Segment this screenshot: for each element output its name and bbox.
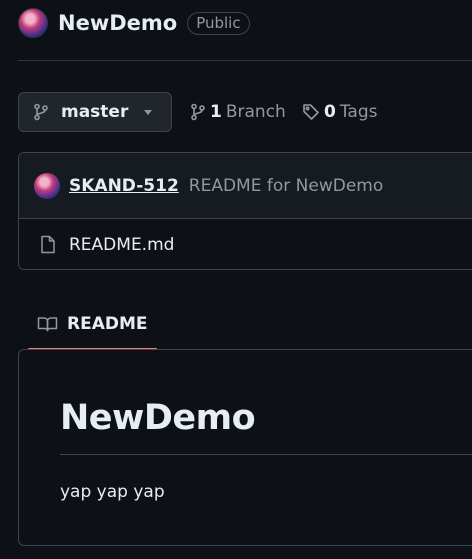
tag-icon <box>302 103 320 121</box>
readme-content: NewDemo yap yap yap <box>18 349 472 546</box>
latest-commit-row: SKAND-512 README for NewDemo <box>19 153 472 219</box>
branch-name: master <box>61 102 129 122</box>
branches-link[interactable]: 1 Branch <box>190 98 286 126</box>
tab-readme-label: README <box>67 314 148 334</box>
chevron-down-icon <box>144 109 153 115</box>
commit-message[interactable]: README for NewDemo <box>189 176 383 196</box>
header-divider <box>18 60 472 61</box>
readme-heading: NewDemo <box>60 398 256 438</box>
repo-header: NewDemo Public <box>18 8 250 38</box>
branch-label: Branch <box>225 102 286 122</box>
file-row[interactable]: README.md <box>19 219 472 269</box>
branch-select-button[interactable]: master <box>18 92 172 132</box>
tags-link[interactable]: 0 Tags <box>302 98 377 126</box>
avatar[interactable] <box>34 172 60 199</box>
readme-body-text: yap yap yap <box>60 482 165 502</box>
branch-count: 1 <box>210 102 222 122</box>
git-branch-icon <box>33 103 49 121</box>
tag-label: Tags <box>339 102 378 122</box>
book-icon <box>37 316 58 332</box>
tab-readme[interactable]: README <box>28 298 157 350</box>
heading-divider <box>60 454 472 455</box>
readme-tabs: README <box>18 298 472 350</box>
repo-name[interactable]: NewDemo <box>58 11 177 35</box>
file-listing: SKAND-512 README for NewDemo README.md <box>18 152 472 270</box>
owner-avatar[interactable] <box>18 8 48 38</box>
git-branch-icon <box>190 103 206 121</box>
tag-count: 0 <box>324 102 336 122</box>
file-icon <box>40 235 69 254</box>
visibility-badge: Public <box>187 11 250 35</box>
commit-author-link[interactable]: SKAND-512 <box>69 176 179 196</box>
file-name[interactable]: README.md <box>69 235 174 255</box>
